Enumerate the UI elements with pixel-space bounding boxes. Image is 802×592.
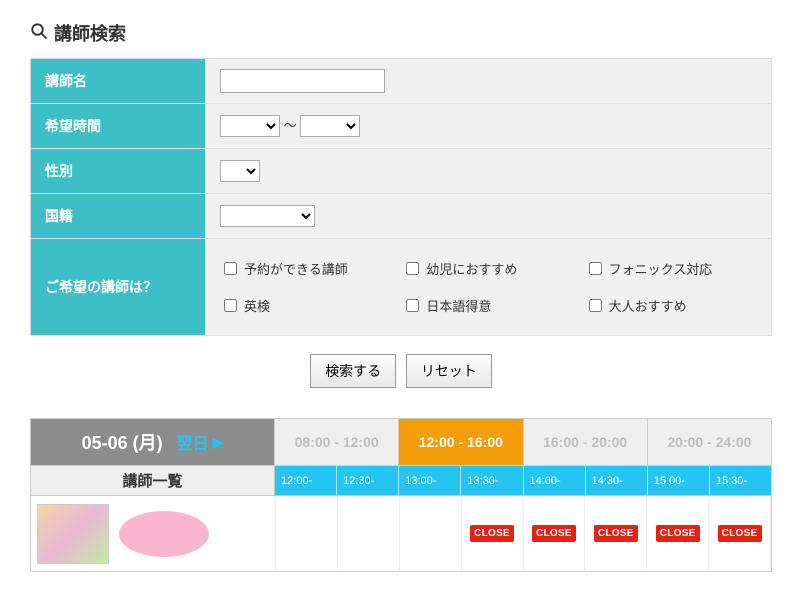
- slot-cell: CLOSE: [524, 496, 586, 571]
- label-gender: 性別: [31, 149, 206, 194]
- teacher-list-header: 講師一覧: [30, 466, 275, 496]
- preference-checkbox[interactable]: [224, 262, 237, 275]
- teacher-name-masked: [119, 511, 209, 557]
- preference-option[interactable]: 幼児におすすめ: [402, 259, 574, 278]
- time-range-tab[interactable]: 08:00 - 12:00: [275, 418, 399, 466]
- time-range-tab[interactable]: 16:00 - 20:00: [524, 418, 648, 466]
- slot-header: 12:00-: [275, 466, 337, 496]
- label-nationality: 国籍: [31, 194, 206, 239]
- gender-select[interactable]: [220, 160, 260, 182]
- slot-cell: CLOSE: [647, 496, 709, 571]
- label-name: 講師名: [31, 59, 206, 104]
- slot-cell: CLOSE: [585, 496, 647, 571]
- search-form-table: 講師名 希望時間 ～ 性別 国籍 ご希望の講師は？: [30, 58, 772, 336]
- preference-option-label: 幼児におすすめ: [426, 259, 517, 278]
- next-day-label: 翌日: [177, 430, 209, 454]
- preference-option-label: 大人おすすめ: [609, 296, 687, 315]
- slot-header: 14:30-: [586, 466, 648, 496]
- preference-option-label: 日本語得意: [426, 296, 491, 315]
- avatar: [37, 504, 109, 564]
- schedule-sub-header: 講師一覧 12:00-12:30-13:00-13:30-14:00-14:30…: [30, 466, 772, 496]
- preference-option[interactable]: 日本語得意: [402, 296, 574, 315]
- close-badge: CLOSE: [532, 525, 576, 542]
- reset-button[interactable]: リセット: [406, 354, 492, 388]
- close-badge: CLOSE: [594, 525, 638, 542]
- slot-cell[interactable]: [338, 496, 400, 571]
- search-icon: [30, 22, 48, 45]
- time-range-tab[interactable]: 20:00 - 24:00: [648, 418, 772, 466]
- label-preference: ご希望の講師は？: [31, 239, 206, 336]
- date-cell: 05-06 (月) 翌日 ▶: [30, 418, 275, 466]
- page-title-text: 講師検索: [54, 20, 126, 46]
- nationality-select[interactable]: [220, 205, 315, 227]
- schedule-header: 05-06 (月) 翌日 ▶ 08:00 - 12:0012:00 - 16:0…: [30, 418, 772, 466]
- preference-grid: 予約ができる講師 幼児におすすめ フォニックス対応英検 日本語得意 大人おすすめ: [220, 249, 757, 325]
- slot-header: 14:00-: [524, 466, 586, 496]
- slot-cell[interactable]: [400, 496, 462, 571]
- time-range-tab[interactable]: 12:00 - 16:00: [399, 418, 523, 466]
- button-row: 検索する リセット: [30, 354, 772, 388]
- time-to-select[interactable]: [300, 115, 360, 137]
- preference-option[interactable]: 英検: [220, 296, 392, 315]
- preference-checkbox[interactable]: [589, 262, 602, 275]
- preference-option-label: 英検: [244, 296, 270, 315]
- preference-checkbox[interactable]: [589, 299, 602, 312]
- slot-cell: CLOSE: [709, 496, 771, 571]
- close-badge: CLOSE: [718, 525, 762, 542]
- slot-cell: CLOSE: [462, 496, 524, 571]
- close-badge: CLOSE: [656, 525, 700, 542]
- time-from-select[interactable]: [220, 115, 280, 137]
- slot-header: 15:00-: [648, 466, 710, 496]
- preference-option[interactable]: 大人おすすめ: [585, 296, 757, 315]
- teacher-cell[interactable]: [31, 496, 276, 571]
- date-text: 05-06 (月): [82, 429, 163, 455]
- preference-option[interactable]: フォニックス対応: [585, 259, 757, 278]
- preference-option[interactable]: 予約ができる講師: [220, 259, 392, 278]
- preference-checkbox[interactable]: [224, 299, 237, 312]
- slot-cell[interactable]: [276, 496, 338, 571]
- chevron-right-icon: ▶: [213, 434, 224, 451]
- time-separator: ～: [284, 118, 297, 133]
- preference-option-label: フォニックス対応: [609, 259, 713, 278]
- slot-header: 13:30-: [461, 466, 523, 496]
- label-time: 希望時間: [31, 104, 206, 149]
- preference-option-label: 予約ができる講師: [244, 259, 348, 278]
- close-badge: CLOSE: [470, 525, 514, 542]
- teacher-name-input[interactable]: [220, 69, 385, 93]
- search-button[interactable]: 検索する: [310, 354, 396, 388]
- slot-header: 15:30-: [710, 466, 772, 496]
- slot-header: 13:00-: [399, 466, 461, 496]
- page-title: 講師検索: [30, 20, 772, 46]
- preference-checkbox[interactable]: [406, 299, 419, 312]
- preference-checkbox[interactable]: [406, 262, 419, 275]
- next-day-button[interactable]: 翌日 ▶: [177, 430, 224, 454]
- slot-header: 12:30-: [337, 466, 399, 496]
- teacher-row: CLOSE CLOSE CLOSE CLOSE CLOSE: [30, 496, 772, 572]
